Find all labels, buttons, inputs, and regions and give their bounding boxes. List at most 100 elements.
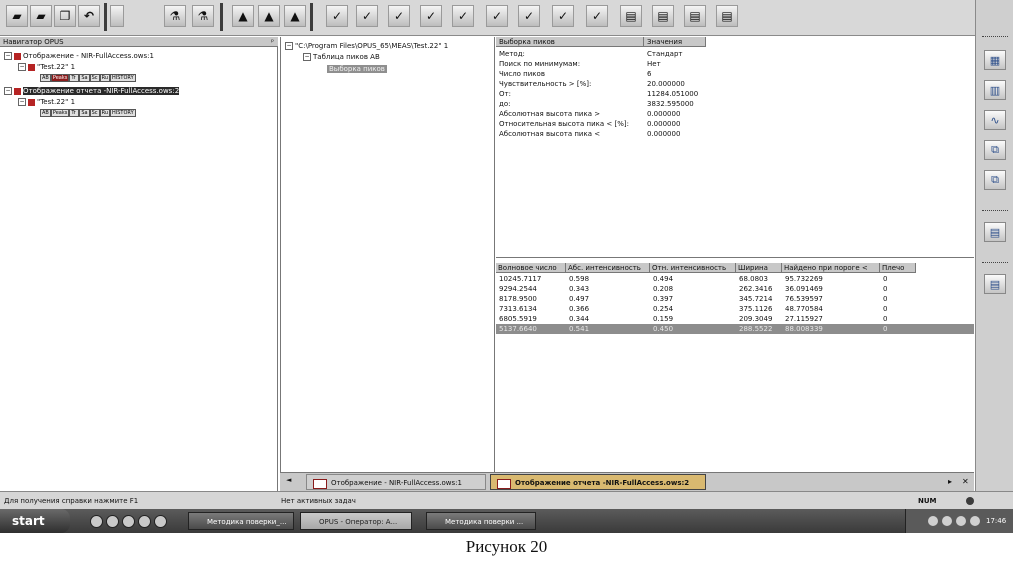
column-header-rel-intensity[interactable]: Отн. интенсивность xyxy=(650,263,736,273)
quicklaunch-icon[interactable] xyxy=(154,515,167,528)
tab-scroll-left-icon[interactable]: ◄ xyxy=(286,476,291,484)
document-icon-3[interactable]: ▤ xyxy=(684,5,706,27)
bar-check-icon-2[interactable]: ✓ xyxy=(452,5,474,27)
quicklaunch-icon[interactable] xyxy=(90,515,103,528)
toolbar-small-icon[interactable] xyxy=(110,5,124,27)
collapse-icon[interactable]: − xyxy=(18,63,26,71)
mini-tab-ab[interactable]: AB xyxy=(40,109,51,117)
window-icon xyxy=(14,52,21,60)
column-header-wavenumber[interactable]: Волновое число xyxy=(496,263,566,273)
report-settings-icon[interactable]: ▤ xyxy=(984,274,1006,294)
mini-tab-history[interactable]: HISTORY xyxy=(110,74,136,82)
column-header-values[interactable]: Значения xyxy=(644,37,706,47)
mini-tab[interactable]: Ru xyxy=(99,74,111,82)
task-methodology-1[interactable]: Методика поверки_... xyxy=(188,512,294,530)
mini-tab[interactable]: Tr xyxy=(69,109,80,117)
collapse-icon[interactable]: − xyxy=(285,42,293,50)
tray-icon[interactable] xyxy=(928,516,938,526)
spectrum-check-icon-1[interactable]: ✓ xyxy=(326,5,348,27)
param-label: до: xyxy=(499,100,511,108)
task-methodology-2[interactable]: Методика поверки ... xyxy=(426,512,536,530)
navigator-title: Навигатор OPUS xyxy=(3,38,64,46)
mini-tab[interactable]: Tr xyxy=(69,74,80,82)
tree-item-test22-report[interactable]: − "Test.22" 1 xyxy=(18,98,75,107)
collapse-icon[interactable]: − xyxy=(4,52,12,60)
graph-check-icon-2[interactable]: ✓ xyxy=(518,5,540,27)
param-label: Абсолютная высота пика > xyxy=(499,110,601,118)
layout-icon[interactable]: ▦ xyxy=(984,50,1006,70)
save-folder-icon[interactable]: ▰ xyxy=(30,5,52,27)
mini-tab[interactable]: Sa xyxy=(79,109,90,117)
flask-measure-icon[interactable]: ⚗ xyxy=(192,5,214,27)
graph-check-icon-1[interactable]: ✓ xyxy=(486,5,508,27)
quicklaunch-icon[interactable] xyxy=(138,515,151,528)
document-icon-1[interactable]: ▤ xyxy=(620,5,642,27)
column-header-threshold[interactable]: Найдено при пороге < xyxy=(782,263,880,273)
table-row[interactable]: 6805.5919 0.344 0.159 209.3049 27.115927 0 xyxy=(496,314,974,324)
table-row[interactable]: 7313.6134 0.366 0.254 375.1126 48.770584 0 xyxy=(496,304,974,314)
tile-icon[interactable]: ⧉ xyxy=(984,170,1006,190)
tray-icon[interactable] xyxy=(942,516,952,526)
mini-tab-ab[interactable]: AB xyxy=(40,74,51,82)
collapse-icon[interactable]: − xyxy=(18,98,26,106)
table-row[interactable]: 9294.2544 0.343 0.208 262.3416 36.091469 0 xyxy=(496,284,974,294)
tree-item-test22[interactable]: − "Test.22" 1 xyxy=(18,63,75,72)
mini-tab-history[interactable]: HISTORY xyxy=(110,109,136,117)
tray-icon[interactable] xyxy=(970,516,980,526)
graph-check-icon-3[interactable]: ✓ xyxy=(552,5,574,27)
mini-tab[interactable]: Sa xyxy=(79,74,90,82)
peak-arrow-icon[interactable]: ▲ xyxy=(284,5,306,27)
table-row[interactable]: 10245.7117 0.598 0.494 68.0803 95.732269 0 xyxy=(496,274,974,284)
quicklaunch-icon[interactable] xyxy=(122,515,135,528)
status-tasks-text: Нет активных задач xyxy=(281,497,356,505)
table-row-selected[interactable]: 5137.6640 0.541 0.450 288.5522 88.008339 0 xyxy=(496,324,974,334)
column-header-abs-intensity[interactable]: Абс. интенсивность xyxy=(566,263,650,273)
chart-icon[interactable]: ▥ xyxy=(984,80,1006,100)
tree-item-report-display[interactable]: − Отображение отчета -NIR-FullAccess.ows:… xyxy=(4,87,180,96)
param-value: 0.000000 xyxy=(647,120,681,128)
pin-icon[interactable]: ᵖ xyxy=(271,37,274,47)
mini-tab[interactable]: Sc xyxy=(89,74,100,82)
collapse-icon[interactable]: − xyxy=(303,53,311,61)
close-icon[interactable]: ✕ xyxy=(962,477,969,486)
tray-icon[interactable] xyxy=(956,516,966,526)
spectrum-check-icon-2[interactable]: ✓ xyxy=(356,5,378,27)
clock[interactable]: 17:46 xyxy=(986,509,1006,533)
mini-tab-peaks[interactable]: Peaks xyxy=(50,109,70,117)
tab-scroll-right-icon[interactable]: ▸ xyxy=(948,477,952,486)
windows-icon[interactable]: ❐ xyxy=(54,5,76,27)
report-view-icon[interactable]: ▤ xyxy=(984,222,1006,242)
line-chart-icon[interactable]: ∿ xyxy=(984,110,1006,130)
num-lock-indicator: NUM xyxy=(918,497,937,505)
undo-icon[interactable]: ↶ xyxy=(78,5,100,27)
param-label: Чувствительность > [%]: xyxy=(499,80,592,88)
flask-icon[interactable]: ⚗ xyxy=(164,5,186,27)
document-icon-2[interactable]: ▤ xyxy=(652,5,674,27)
mini-tab[interactable]: Ru xyxy=(99,109,111,117)
peak-shift-icon[interactable]: ▲ xyxy=(258,5,280,27)
tab-display-1[interactable]: Отображение - NIR-FullAccess.ows:1 xyxy=(306,474,486,490)
report-tree-peak-pick[interactable]: Выборка пиков xyxy=(327,65,387,74)
figure-caption: Рисунок 20 xyxy=(465,537,548,556)
mini-tab[interactable]: Sc xyxy=(89,109,100,117)
spectrum-check-icon-3[interactable]: ✓ xyxy=(388,5,410,27)
peaks-icon[interactable]: ▲ xyxy=(232,5,254,27)
start-button[interactable]: start xyxy=(0,509,70,533)
cascade-icon[interactable]: ⧉ xyxy=(984,140,1006,160)
column-header-shoulder[interactable]: Плечо xyxy=(880,263,916,273)
quicklaunch-icon[interactable] xyxy=(106,515,119,528)
tree-item-display[interactable]: − Отображение - NIR-FullAccess.ows:1 xyxy=(4,52,154,61)
open-folder-icon[interactable]: ▰ xyxy=(6,5,28,27)
mini-tab-peaks[interactable]: Peaks xyxy=(50,74,70,82)
table-row[interactable]: 8178.9500 0.497 0.397 345.7214 76.539597 0 xyxy=(496,294,974,304)
report-tree-peak-table[interactable]: − Таблица пиков AB xyxy=(303,53,380,62)
collapse-icon[interactable]: − xyxy=(4,87,12,95)
column-header-peak-pick[interactable]: Выборка пиков xyxy=(496,37,644,47)
column-header-width[interactable]: Ширина xyxy=(736,263,782,273)
document-icon-4[interactable]: ▤ xyxy=(716,5,738,27)
task-opus-operator[interactable]: OPUS - Оператор: А... xyxy=(300,512,412,530)
report-tree-root[interactable]: − "C:\Program Files\OPUS_65\MEAS\Test.22"… xyxy=(285,42,448,51)
tab-report-display-2[interactable]: Отображение отчета -NIR-FullAccess.ows:2 xyxy=(490,474,706,490)
bar-check-icon-1[interactable]: ✓ xyxy=(420,5,442,27)
graph-check-icon-4[interactable]: ✓ xyxy=(586,5,608,27)
